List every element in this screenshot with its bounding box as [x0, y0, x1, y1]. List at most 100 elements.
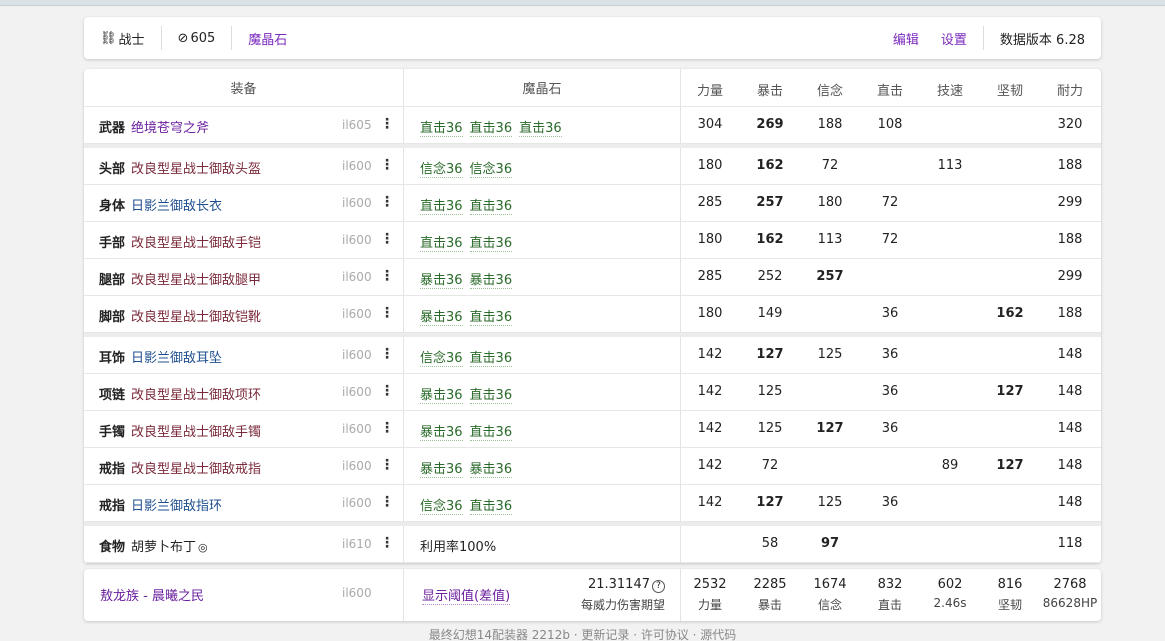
gear-name[interactable]: 日影兰御敌耳坠: [131, 347, 222, 366]
item-level-label: 605: [190, 30, 216, 46]
more-vertical-icon[interactable]: ⋮: [380, 420, 394, 436]
materia-tab-label: 魔晶石: [248, 32, 288, 48]
damage-value: 21.31147: [587, 577, 650, 592]
materia-list: 信念36 信念36: [420, 158, 519, 178]
materia-slot[interactable]: 暴击36: [469, 462, 513, 478]
more-vertical-icon[interactable]: ⋮: [380, 494, 394, 510]
gear-name-text: 日影兰御敌指环: [131, 499, 223, 514]
stat-value: 125: [817, 347, 843, 362]
gear-name[interactable]: 改良型星战士御敌戒指: [131, 458, 261, 477]
materia-list: 暴击36 直击36: [420, 306, 519, 326]
clan-selector[interactable]: 敖龙族 - 晨曦之民: [100, 585, 204, 604]
table-row[interactable]: 手镯 改良型星战士御敌手镯 il600 ⋮ 暴击36 直击36 142 125 127 36 148: [84, 411, 1101, 448]
gear-item-level: il605: [342, 118, 372, 132]
stat-value: 125: [757, 384, 783, 399]
table-row[interactable]: 脚部 改良型星战士御敌铠靴 il600 ⋮ 暴击36 直击36 180 149 36 162 188: [84, 296, 1101, 333]
footer-links[interactable]: 最终幻想14配装器 2212b · 更新记录 · 许可协议 · 源代码: [0, 626, 1165, 641]
materia-slot[interactable]: 直击36: [420, 121, 463, 137]
materia-slot[interactable]: 直击36: [469, 236, 513, 252]
table-row[interactable]: 手部 改良型星战士御敌手铠 il600 ⋮ 直击36 直击36 180 162 113 72 188: [84, 222, 1101, 259]
table-row[interactable]: 耳饰 日影兰御敌耳坠 il600 ⋮ 信念36 直击36 142 127 125 36 148: [84, 337, 1101, 374]
gear-name[interactable]: 改良型星战士御敌铠靴: [131, 306, 261, 325]
gear-slot: 耳饰: [99, 351, 126, 366]
col-stat-1: 暴击: [756, 84, 783, 99]
job-selector[interactable]: ⛓ 战士: [100, 26, 161, 50]
table-row[interactable]: 戒指 日影兰御敌指环 il600 ⋮ 信念36 直击36 142 127 125 36 148: [84, 485, 1101, 522]
threshold-toggle[interactable]: 显示阈值(差值): [422, 585, 511, 605]
table-row[interactable]: 身体 日影兰御敌长衣 il600 ⋮ 直击36 直击36 285 257 180 72 299: [84, 185, 1101, 222]
gear-name[interactable]: 改良型星战士御敌手镯: [131, 421, 261, 440]
materia-slot[interactable]: 暴击36: [420, 425, 463, 441]
materia-slot[interactable]: 信念36: [469, 162, 513, 178]
item-level-selector[interactable]: ⊘ 605: [160, 26, 232, 50]
table-row[interactable]: 食物 胡萝卜布丁 ◎ il610 ⋮ 利用率100% 58 97 118: [84, 526, 1101, 563]
more-vertical-icon[interactable]: ⋮: [380, 346, 394, 362]
more-vertical-icon[interactable]: ⋮: [380, 457, 394, 473]
materia-slot[interactable]: 直击36: [469, 121, 513, 137]
stat-value: 36: [881, 306, 899, 321]
table-row[interactable]: 武器 绝境苍穹之斧 il605 ⋮ 直击36 直击36 直击36 304 269 188 108 32…: [84, 107, 1101, 144]
gear-name[interactable]: 日影兰御敌指环: [131, 495, 222, 514]
more-vertical-icon[interactable]: ⋮: [380, 157, 394, 173]
table-row[interactable]: 腿部 改良型星战士御敌腿甲 il600 ⋮ 暴击36 暴击36 285 252 257 299: [84, 259, 1101, 296]
materia-slot[interactable]: 直击36: [469, 499, 513, 515]
materia-slot[interactable]: 直击36: [469, 351, 513, 367]
gear-name[interactable]: 胡萝卜布丁 ◎: [131, 536, 208, 555]
more-vertical-icon[interactable]: ⋮: [380, 194, 394, 210]
materia-slot[interactable]: 直击36: [519, 121, 562, 137]
materia-slot[interactable]: 信念36: [420, 351, 463, 367]
total-label: 信念: [817, 598, 842, 612]
col-gear: 装备: [230, 82, 257, 97]
gear-name[interactable]: 绝境苍穹之斧: [131, 117, 209, 136]
gear-item-level: il600: [342, 496, 372, 510]
stat-value: 142: [697, 421, 723, 436]
gear-name-text: 改良型星战士御敌手铠: [131, 236, 262, 251]
stat-value: 108: [877, 117, 903, 132]
gear-name[interactable]: 改良型星战士御敌手铠: [131, 232, 261, 251]
gear-name[interactable]: 改良型星战士御敌项环: [131, 384, 261, 403]
materia-list: 利用率100%: [420, 536, 503, 555]
materia-slot[interactable]: 暴击36: [469, 273, 513, 289]
gear-item-level: il600: [342, 307, 372, 321]
more-vertical-icon[interactable]: ⋮: [380, 268, 394, 284]
materia-slot[interactable]: 暴击36: [420, 273, 463, 289]
materia-slot[interactable]: 暴击36: [420, 310, 463, 326]
edit-link[interactable]: 编辑: [893, 29, 919, 48]
table-row[interactable]: 项链 改良型星战士御敌项环 il600 ⋮ 暴击36 直击36 142 125 36 127 148: [84, 374, 1101, 411]
materia-slot[interactable]: 暴击36: [420, 462, 463, 478]
materia-slot[interactable]: 直击36: [469, 310, 513, 326]
stat-value: 72: [881, 232, 899, 247]
materia-slot[interactable]: 直击36: [469, 199, 513, 215]
materia-slot[interactable]: 暴击36: [420, 388, 463, 404]
gear-name[interactable]: 改良型星战士御敌头盔: [131, 158, 261, 177]
damage-value-wrap: 21.31147?: [588, 577, 665, 593]
materia-slot[interactable]: 信念36: [420, 162, 463, 178]
total-value: 2768: [1053, 577, 1087, 592]
more-vertical-icon[interactable]: ⋮: [380, 116, 394, 132]
materia-tab[interactable]: 魔晶石: [231, 26, 303, 50]
stat-value: 162: [756, 158, 784, 173]
more-vertical-icon[interactable]: ⋮: [380, 305, 394, 321]
materia-slot[interactable]: 信念36: [420, 499, 463, 515]
stat-value: 142: [697, 458, 723, 473]
gear-name[interactable]: 改良型星战士御敌腿甲: [131, 269, 261, 288]
circle-slash-icon: ⊘: [177, 30, 189, 46]
total-label: 86628HP: [1042, 596, 1098, 610]
more-vertical-icon[interactable]: ⋮: [380, 535, 394, 551]
materia-slot[interactable]: 直击36: [469, 388, 513, 404]
materia-slot[interactable]: 利用率100%: [420, 540, 496, 555]
materia-list: 暴击36 暴击36: [420, 269, 519, 289]
materia-slot[interactable]: 直击36: [469, 425, 513, 441]
table-row[interactable]: 戒指 改良型星战士御敌戒指 il600 ⋮ 暴击36 暴击36 142 72 89 127 148: [84, 448, 1101, 485]
materia-slot[interactable]: 直击36: [420, 199, 463, 215]
gear-name[interactable]: 日影兰御敌长衣: [131, 195, 222, 214]
help-icon[interactable]: ?: [652, 580, 665, 593]
settings-link[interactable]: 设置: [941, 29, 967, 48]
top-stripe: [0, 0, 1165, 6]
materia-slot[interactable]: 直击36: [420, 236, 463, 252]
stat-value: 148: [1057, 458, 1083, 473]
more-vertical-icon[interactable]: ⋮: [380, 383, 394, 399]
more-vertical-icon[interactable]: ⋮: [380, 231, 394, 247]
table-row[interactable]: 头部 改良型星战士御敌头盔 il600 ⋮ 信念36 信念36 180 162 72 113 188: [84, 148, 1101, 185]
stat-value: 148: [1057, 495, 1083, 510]
